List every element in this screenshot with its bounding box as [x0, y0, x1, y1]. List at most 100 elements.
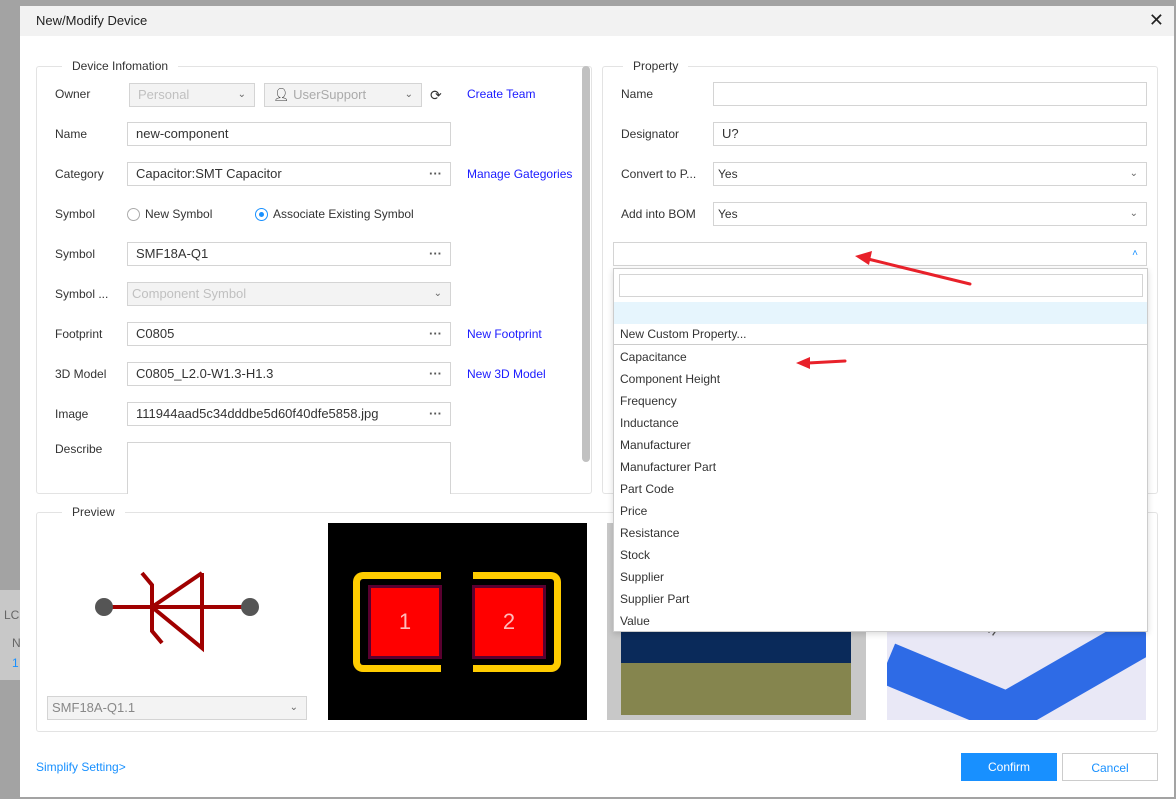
symbol-type-select[interactable]: Component Symbol ⌄ — [127, 282, 451, 306]
manage-categories-link[interactable]: Manage Gategories — [467, 162, 572, 186]
refresh-icon[interactable]: ⟳ — [430, 87, 442, 104]
simplify-setting-link[interactable]: Simplify Setting> — [36, 755, 126, 779]
footprint-label: Footprint — [55, 327, 103, 341]
dropdown-option[interactable]: Supplier Part — [614, 588, 1147, 610]
bom-value: Yes — [718, 207, 738, 221]
symbol-type-value: Component Symbol — [132, 286, 247, 301]
property-dropdown: New Custom Property... Capacitance Compon… — [613, 268, 1148, 632]
pad-2: 2 — [472, 585, 546, 659]
model3d-label: 3D Model — [55, 367, 107, 381]
category-input[interactable]: Capacitor:SMT Capacitor ··· — [127, 162, 451, 186]
user-icon: 👤︎ — [273, 87, 290, 102]
user-select[interactable]: 👤︎ UserSupport ⌄ — [264, 83, 422, 107]
name-label: Name — [55, 127, 88, 141]
chevron-down-icon: ⌄ — [289, 702, 298, 713]
image-label: Image — [55, 407, 89, 421]
symbol-value: SMF18A-Q1 — [136, 246, 209, 261]
section-legend: Device Infomation — [62, 59, 179, 73]
radio-new-symbol[interactable]: New Symbol — [127, 202, 212, 226]
more-icon[interactable]: ··· — [429, 403, 442, 425]
new-property-select[interactable]: ˄ — [613, 242, 1147, 266]
category-value: Capacitor:SMT Capacitor — [136, 166, 282, 181]
symbol-mode-label: Symbol — [55, 207, 96, 221]
dropdown-option[interactable]: Manufacturer — [614, 434, 1147, 456]
designator-input[interactable]: U? — [713, 122, 1147, 146]
pad-1: 1 — [368, 585, 442, 659]
confirm-button[interactable]: Confirm — [961, 753, 1057, 781]
chevron-down-icon: ⌄ — [237, 89, 246, 100]
chevron-down-icon: ⌄ — [404, 89, 413, 100]
symbol-label: Symbol — [55, 247, 96, 261]
dropdown-option[interactable]: Supplier — [614, 566, 1147, 588]
dropdown-option[interactable]: Value — [614, 610, 1147, 632]
symbol-version-value: SMF18A-Q1.1 — [52, 700, 136, 715]
dropdown-option[interactable]: Inductance — [614, 412, 1147, 434]
model3d-value: C0805_L2.0-W1.3-H1.3 — [136, 366, 274, 381]
name-input[interactable]: new-component — [127, 122, 451, 146]
dropdown-option[interactable]: Part Code — [614, 478, 1147, 500]
bom-select[interactable]: Yes ⌄ — [713, 202, 1147, 226]
dropdown-option[interactable]: Capacitance — [614, 346, 1147, 368]
radio-icon — [127, 208, 140, 222]
model3d-input[interactable]: C0805_L2.0-W1.3-H1.3 ··· — [127, 362, 451, 386]
symbol-pin — [95, 598, 113, 616]
user-value: UserSupport — [293, 87, 367, 102]
dropdown-option[interactable]: Manufacturer Part — [614, 456, 1147, 478]
more-icon[interactable]: ··· — [429, 243, 442, 265]
chevron-down-icon: ⌄ — [1129, 208, 1138, 219]
image-input[interactable]: 111944aad5c34dddbe5d60f40dfe5858.jpg ··· — [127, 402, 451, 426]
symbol-preview — [95, 571, 259, 653]
radio-label: Associate Existing Symbol — [273, 207, 414, 221]
dropdown-empty-option[interactable] — [614, 302, 1147, 324]
prop-name-input[interactable] — [713, 82, 1147, 106]
new-custom-property-option[interactable]: New Custom Property... — [614, 323, 1147, 345]
new-footprint-link[interactable]: New Footprint — [467, 322, 542, 346]
symbol-version-select[interactable]: SMF18A-Q1.1 ⌄ — [47, 696, 307, 720]
chevron-down-icon: ⌄ — [1129, 168, 1138, 179]
prop-name-label: Name — [621, 87, 654, 101]
background-app: LC N 1 — [0, 590, 21, 680]
bg-tab: LC — [4, 608, 20, 622]
section-legend: Preview — [62, 505, 125, 519]
dialog-title: New/Modify Device — [36, 13, 148, 28]
footprint-preview: 1 2 — [328, 523, 587, 720]
dropdown-option[interactable]: Resistance — [614, 522, 1147, 544]
radio-selected-icon — [255, 208, 268, 222]
radio-associate-existing[interactable]: Associate Existing Symbol — [255, 202, 414, 226]
convert-value: Yes — [718, 167, 738, 181]
dialog-header: New/Modify Device — [20, 6, 1174, 36]
describe-textarea[interactable] — [127, 442, 451, 494]
create-team-link[interactable]: Create Team — [467, 82, 535, 106]
dropdown-search-input[interactable] — [619, 274, 1143, 297]
convert-select[interactable]: Yes ⌄ — [713, 162, 1147, 186]
chevron-down-icon: ⌄ — [433, 288, 442, 299]
symbol-pin — [241, 598, 259, 616]
more-icon[interactable]: ··· — [429, 323, 442, 345]
owner-label: Owner — [55, 87, 91, 101]
more-icon[interactable]: ··· — [429, 363, 442, 385]
convert-label: Convert to P... — [621, 167, 697, 181]
designator-label: Designator — [621, 127, 680, 141]
dropdown-option[interactable]: Stock — [614, 544, 1147, 566]
dropdown-option[interactable]: Component Height — [614, 368, 1147, 390]
cancel-button[interactable]: Cancel — [1062, 753, 1158, 781]
device-info-scrollbar[interactable] — [582, 66, 590, 462]
symbol-type-label: Symbol ... — [55, 287, 109, 301]
close-icon[interactable]: ✕ — [1149, 6, 1164, 34]
image-value: 111944aad5c34dddbe5d60f40dfe5858.jpg — [136, 406, 379, 421]
diode-triangle — [148, 571, 204, 653]
more-icon[interactable]: ··· — [429, 163, 442, 185]
footprint-input[interactable]: C0805 ··· — [127, 322, 451, 346]
owner-select[interactable]: Personal ⌄ — [129, 83, 255, 107]
section-legend: Property — [623, 59, 689, 73]
dropdown-option[interactable]: Price — [614, 500, 1147, 522]
chevron-up-icon: ˄ — [1132, 248, 1138, 259]
bg-row: 1 — [12, 656, 19, 670]
symbol-input[interactable]: SMF18A-Q1 ··· — [127, 242, 451, 266]
category-label: Category — [55, 167, 104, 181]
describe-label: Describe — [55, 442, 103, 456]
model-body — [621, 663, 851, 715]
dropdown-option[interactable]: Frequency — [614, 390, 1147, 412]
footprint-value: C0805 — [136, 326, 175, 341]
new-3d-model-link[interactable]: New 3D Model — [467, 362, 546, 386]
